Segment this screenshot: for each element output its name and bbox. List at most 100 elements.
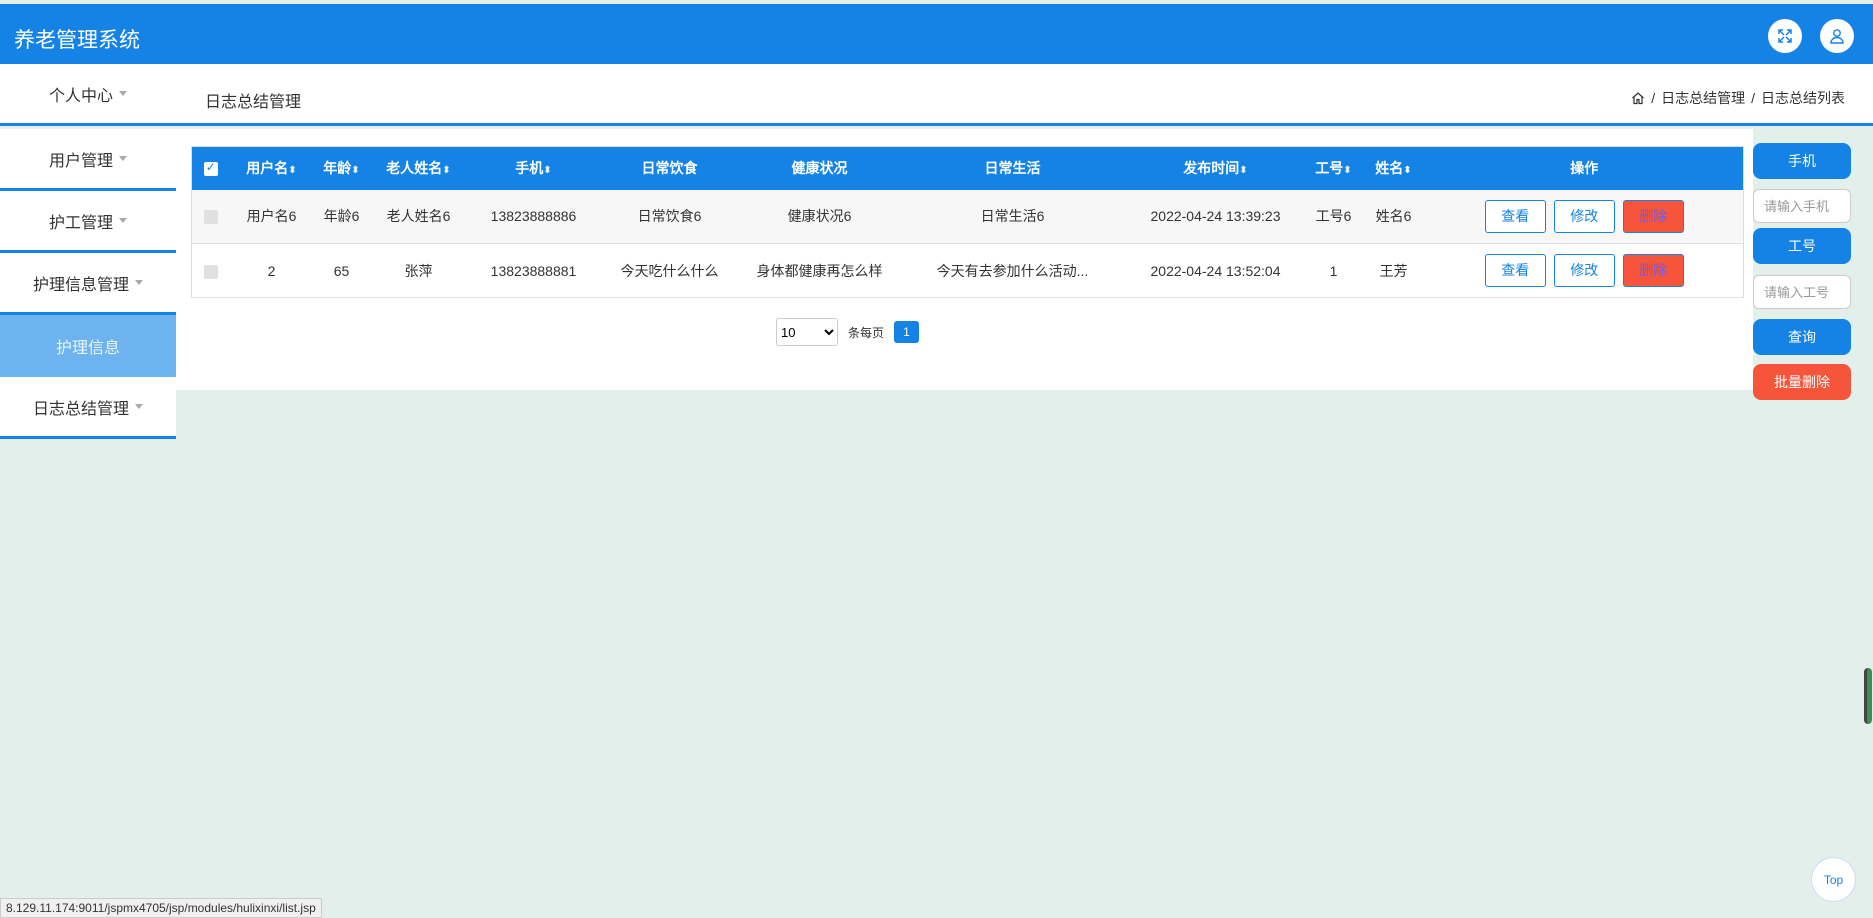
sidebar-item-label: 个人中心: [48, 87, 113, 105]
cell-employee-id: 工号6: [1305, 189, 1362, 244]
caret-down-icon: [135, 280, 143, 285]
cell-phone: 13823888881: [467, 243, 600, 298]
cell-age: 年龄6: [313, 189, 370, 244]
home-icon[interactable]: [1631, 91, 1645, 105]
table-header-row: 用户名⬍ 年龄⬍ 老人姓名⬍ 手机⬍ 日常饮食 健康状况 日常生活 发布时间⬍ …: [191, 146, 1744, 190]
table-row: 2 65 张萍 13823888881 今天吃什么什么 身体都健康再怎么样 今天…: [191, 243, 1744, 298]
column-header-phone[interactable]: 手机⬍: [467, 146, 600, 190]
sidebar-item-care-info-management[interactable]: 护理信息管理: [0, 253, 176, 315]
row-checkbox-cell: [191, 243, 230, 298]
sidebar-item-label: 护理信息管理: [32, 276, 129, 294]
breadcrumb-item-list: 日志总结列表: [1761, 90, 1845, 106]
view-button[interactable]: 查看: [1484, 254, 1546, 287]
column-header-age[interactable]: 年龄⬍: [313, 146, 370, 190]
cell-name: 王芳: [1361, 243, 1426, 298]
sort-icon: ⬍: [1403, 165, 1412, 177]
cell-elder-name: 老人姓名6: [369, 189, 468, 244]
fullscreen-icon: [1778, 29, 1792, 43]
data-table: 用户名⬍ 年龄⬍ 老人姓名⬍ 手机⬍ 日常饮食 健康状况 日常生活 发布时间⬍ …: [191, 146, 1744, 298]
scrollbar-thumb[interactable]: [1864, 668, 1872, 724]
sort-icon: ⬍: [1343, 165, 1352, 177]
cell-health: 健康状况6: [739, 189, 900, 244]
column-header-actions: 操作: [1425, 146, 1744, 190]
caret-down-icon: [119, 156, 127, 161]
employee-id-search-input[interactable]: [1753, 275, 1851, 309]
main-content: 用户名⬍ 年龄⬍ 老人姓名⬍ 手机⬍ 日常饮食 健康状况 日常生活 发布时间⬍ …: [176, 129, 1753, 390]
row-checkbox[interactable]: [203, 264, 218, 279]
sidebar-subitem-label: 护理信息: [55, 340, 120, 357]
cell-phone: 13823888886: [467, 189, 600, 244]
row-checkbox-cell: [191, 189, 230, 244]
user-menu-button[interactable]: [1820, 19, 1854, 53]
cell-daily-diet: 日常饮食6: [599, 189, 740, 244]
phone-search-input[interactable]: [1753, 189, 1851, 223]
select-all-checkbox[interactable]: [203, 160, 218, 177]
page-size-select[interactable]: 10: [776, 318, 838, 346]
per-page-label: 条每页: [848, 325, 885, 340]
sort-icon: ⬍: [442, 165, 451, 177]
fullscreen-button[interactable]: [1768, 19, 1802, 53]
column-header-elder-name[interactable]: 老人姓名⬍: [369, 146, 468, 190]
sidebar-item-personal-center[interactable]: 个人中心: [0, 64, 176, 126]
back-to-top-button[interactable]: Top: [1811, 857, 1856, 902]
cell-daily-diet: 今天吃什么什么: [599, 243, 740, 298]
pagination: 10 条每页 1: [776, 318, 920, 346]
sidebar-subitem-care-info[interactable]: 护理信息: [0, 315, 176, 377]
cell-username: 2: [229, 243, 314, 298]
delete-button[interactable]: 删除: [1622, 254, 1684, 287]
edit-button[interactable]: 修改: [1553, 254, 1615, 287]
cell-publish-time: 2022-04-24 13:52:04: [1125, 243, 1306, 298]
user-icon: [1830, 29, 1844, 44]
cell-name: 姓名6: [1361, 189, 1426, 244]
cell-age: 65: [313, 243, 370, 298]
cell-daily-life: 今天有去参加什么活动...: [899, 243, 1126, 298]
breadcrumb-separator: /: [1651, 90, 1656, 106]
sidebar-item-label: 用户管理: [48, 152, 113, 170]
breadcrumb-bar: 日志总结管理 / 日志总结管理 / 日志总结列表: [0, 64, 1873, 126]
sort-icon: ⬍: [1239, 165, 1248, 177]
app-title: 养老管理系统: [14, 28, 140, 52]
top-header: 养老管理系统: [0, 4, 1873, 64]
sort-icon: ⬍: [543, 165, 552, 177]
delete-button[interactable]: 删除: [1622, 199, 1684, 233]
status-bar-url: 8.129.11.174:9011/jspmx4705/jsp/modules/…: [0, 898, 322, 918]
sidebar-item-user-management[interactable]: 用户管理: [0, 129, 176, 191]
phone-label-button[interactable]: 手机: [1753, 143, 1851, 179]
cell-health: 身体都健康再怎么样: [739, 243, 900, 298]
sidebar-item-label: 护工管理: [48, 214, 113, 232]
batch-delete-button[interactable]: 批量删除: [1753, 364, 1851, 400]
page-title: 日志总结管理: [205, 94, 302, 111]
sidebar-item-log-summary-management[interactable]: 日志总结管理: [0, 377, 176, 439]
caret-down-icon: [135, 404, 143, 409]
column-header-username[interactable]: 用户名⬍: [229, 146, 314, 190]
sidebar-item-label: 日志总结管理: [32, 400, 129, 418]
breadcrumb: / 日志总结管理 / 日志总结列表: [1631, 88, 1845, 108]
cell-username: 用户名6: [229, 189, 314, 244]
row-checkbox[interactable]: [203, 210, 218, 225]
column-header-daily-diet: 日常饮食: [599, 146, 740, 190]
caret-down-icon: [119, 218, 127, 223]
breadcrumb-separator: /: [1751, 90, 1755, 106]
caret-down-icon: [119, 91, 127, 96]
table-row: 用户名6 年龄6 老人姓名6 13823888886 日常饮食6 健康状况6 日…: [191, 189, 1744, 244]
cell-daily-life: 日常生活6: [899, 189, 1126, 244]
select-all-cell: [191, 146, 230, 190]
breadcrumb-item-log-summary[interactable]: 日志总结管理: [1661, 88, 1745, 108]
view-button[interactable]: 查看: [1484, 199, 1546, 233]
sidebar-item-caregiver-management[interactable]: 护工管理: [0, 191, 176, 253]
cell-employee-id: 1: [1305, 243, 1362, 298]
cell-elder-name: 张萍: [369, 243, 468, 298]
page-number-button[interactable]: 1: [894, 321, 920, 343]
cell-actions: 查看 修改 删除: [1425, 189, 1744, 244]
column-header-name[interactable]: 姓名⬍: [1361, 146, 1426, 190]
column-header-health: 健康状况: [739, 146, 900, 190]
column-header-publish-time[interactable]: 发布时间⬍: [1125, 146, 1306, 190]
sort-icon: ⬍: [288, 165, 297, 177]
edit-button[interactable]: 修改: [1553, 199, 1615, 233]
column-header-daily-life: 日常生活: [899, 146, 1126, 190]
query-button[interactable]: 查询: [1753, 319, 1851, 355]
cell-actions: 查看 修改 删除: [1425, 243, 1744, 298]
column-header-employee-id[interactable]: 工号⬍: [1305, 146, 1362, 190]
cell-publish-time: 2022-04-24 13:39:23: [1125, 189, 1306, 244]
employee-id-label-button[interactable]: 工号: [1753, 228, 1851, 264]
